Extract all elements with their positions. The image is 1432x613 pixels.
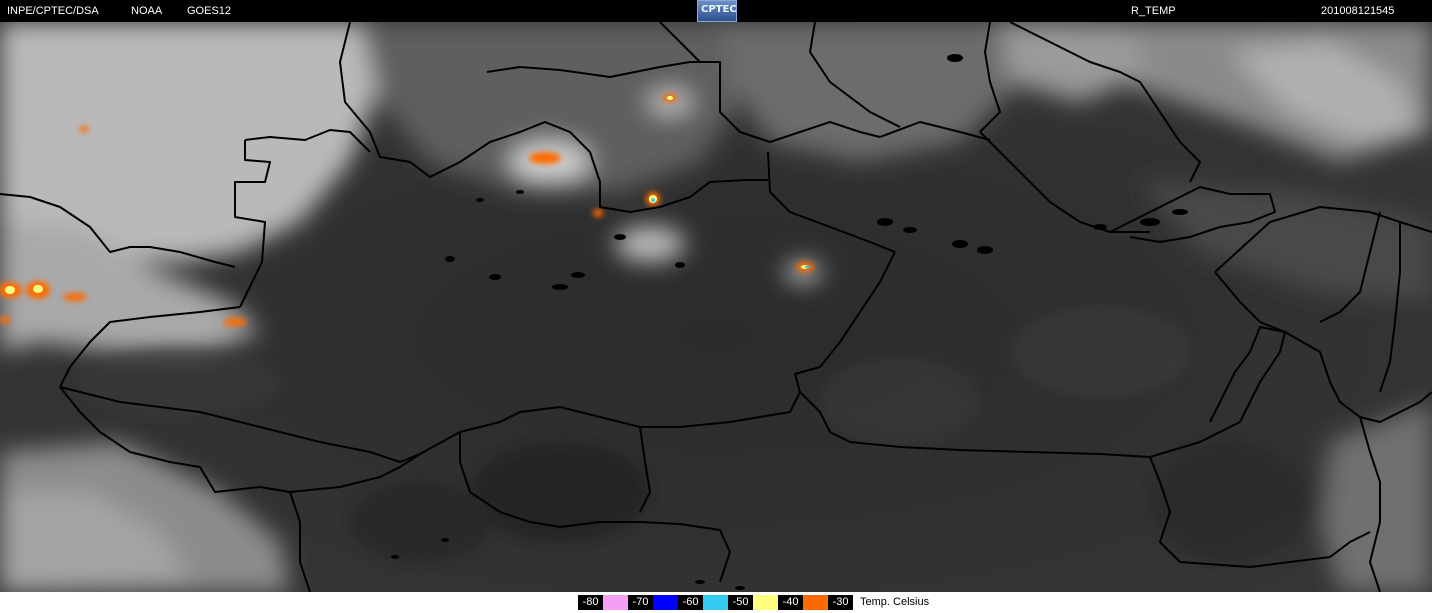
logo-text: CPTEC <box>701 4 737 15</box>
legend-swatch <box>653 595 678 610</box>
agency-label: NOAA <box>131 5 163 17</box>
legend-swatch <box>603 595 628 610</box>
legend-value: -40 <box>778 595 803 610</box>
source-label: INPE/CPTEC/DSA <box>7 5 99 17</box>
legend-swatch <box>753 595 778 610</box>
temperature-legend: -80 -70 -60 -50 -40 -30 Temp. Celsius <box>0 592 1432 613</box>
legend-value: -60 <box>678 595 703 610</box>
satellite-map <box>0 22 1432 592</box>
legend-swatch <box>803 595 828 610</box>
timestamp-label: 201008121545 <box>1321 5 1395 17</box>
legend-value: -50 <box>728 595 753 610</box>
map-svg <box>0 22 1432 592</box>
satellite-image-frame: INPE/CPTEC/DSA NOAA GOES12 CPTEC R_TEMP … <box>0 0 1432 613</box>
header-bar: INPE/CPTEC/DSA NOAA GOES12 CPTEC R_TEMP … <box>0 0 1432 22</box>
legend-value: -30 <box>828 595 853 610</box>
satellite-label: GOES12 <box>187 5 232 17</box>
legend-unit: Temp. Celsius <box>860 596 930 608</box>
cptec-logo: CPTEC <box>697 0 737 22</box>
legend-value: -70 <box>628 595 653 610</box>
legend-swatch <box>703 595 728 610</box>
product-label: R_TEMP <box>1131 5 1176 17</box>
legend-value: -80 <box>578 595 603 610</box>
